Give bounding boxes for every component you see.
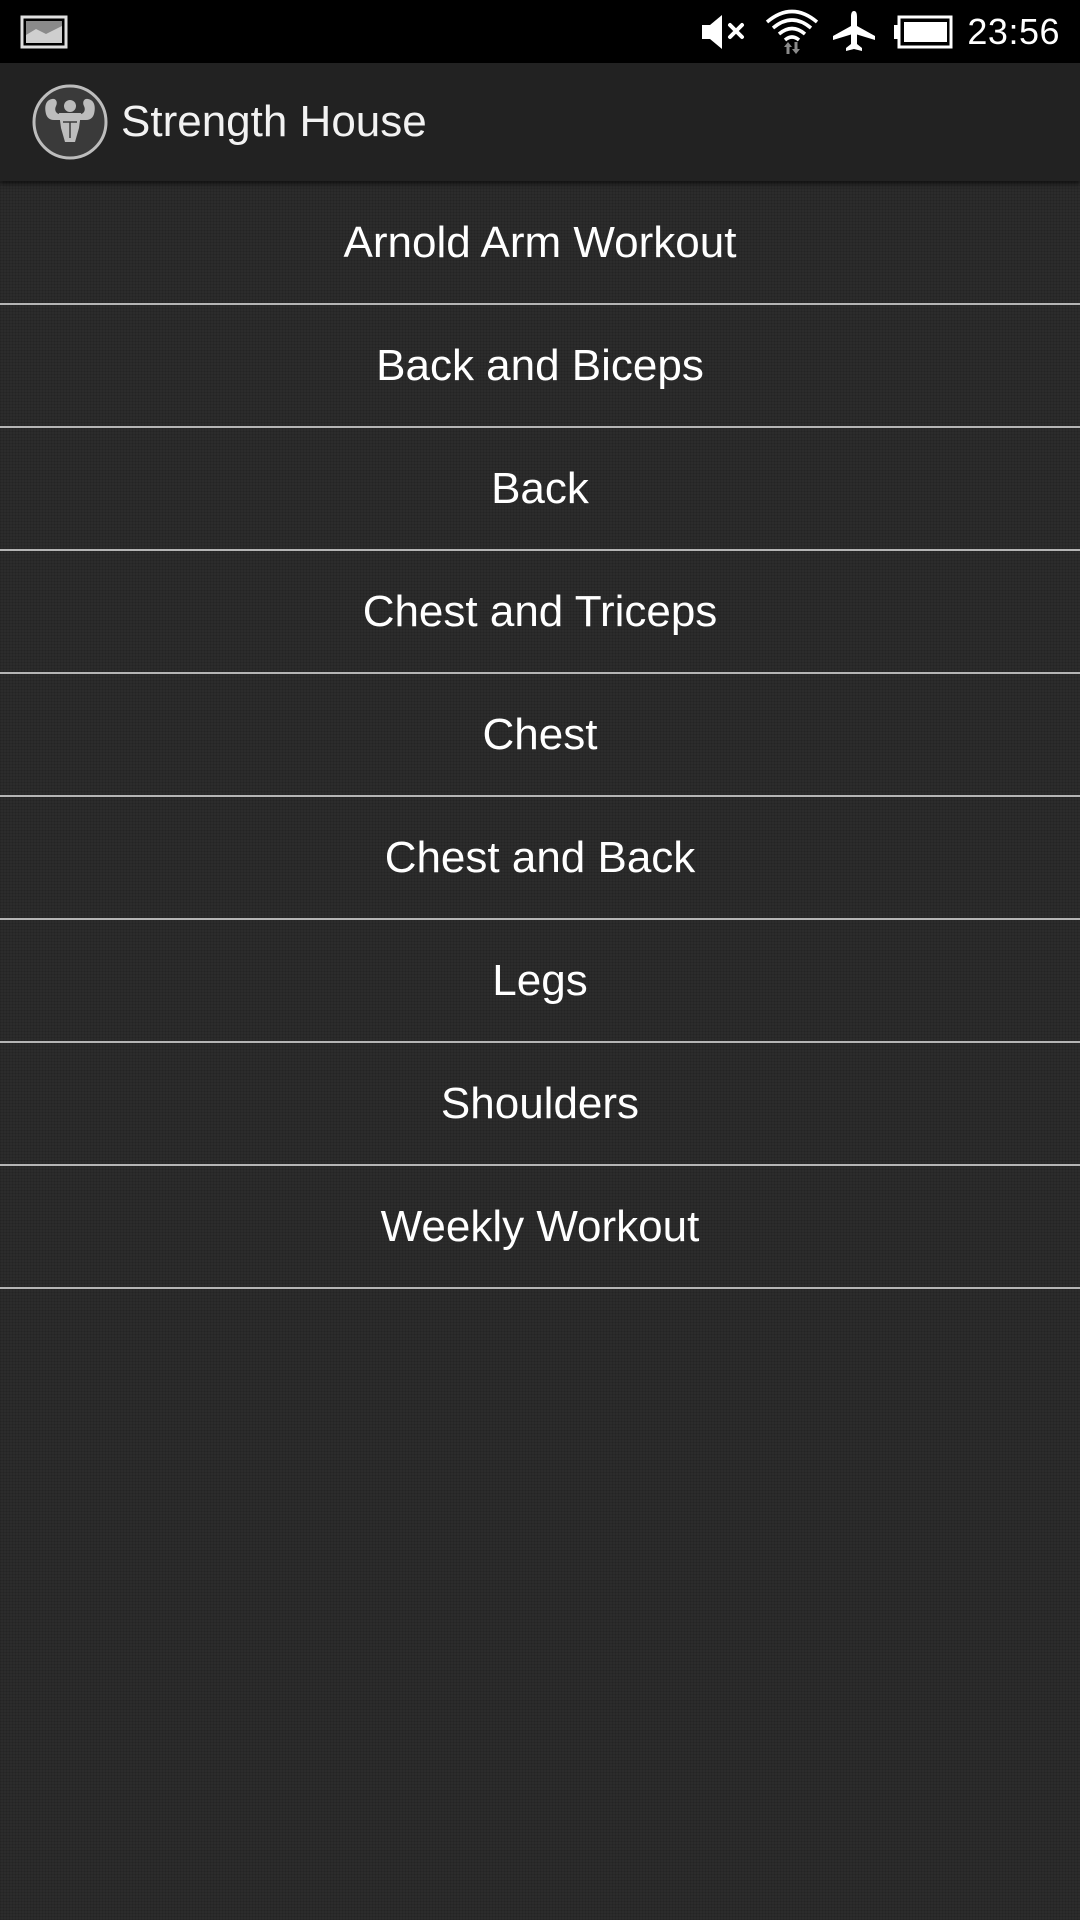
list-item-label: Shoulders (440, 1078, 640, 1128)
list-item-label: Weekly Workout (380, 1201, 700, 1251)
list-item-label: Chest and Triceps (362, 586, 718, 636)
list-item-back[interactable]: Back (0, 428, 1080, 551)
list-item-label: Chest (482, 709, 598, 759)
list-item-arnold-arm-workout[interactable]: Arnold Arm Workout (0, 182, 1080, 305)
list-item-legs[interactable]: Legs (0, 920, 1080, 1043)
list-item-chest[interactable]: Chest (0, 674, 1080, 797)
list-item-shoulders[interactable]: Shoulders (0, 1043, 1080, 1166)
status-bar: 23:56 (0, 0, 1080, 63)
wifi-icon (764, 0, 820, 63)
workout-list: Arnold Arm Workout Back and Biceps Back … (0, 182, 1080, 1289)
list-item-label: Arnold Arm Workout (343, 217, 737, 267)
screen: 23:56 Strength House Arnold Arm Workout … (0, 0, 1080, 1920)
volume-muted-icon (698, 0, 750, 63)
bodybuilder-logo-icon[interactable] (32, 84, 108, 160)
list-item-chest-and-triceps[interactable]: Chest and Triceps (0, 551, 1080, 674)
battery-icon (893, 0, 953, 63)
airplane-mode-icon (830, 0, 878, 63)
list-item-weekly-workout[interactable]: Weekly Workout (0, 1166, 1080, 1289)
list-item-label: Chest and Back (384, 832, 696, 882)
list-item-label: Back (491, 463, 589, 513)
screenshot-notification-icon (20, 0, 68, 63)
list-item-back-and-biceps[interactable]: Back and Biceps (0, 305, 1080, 428)
status-time: 23:56 (967, 11, 1060, 52)
list-item-label: Back and Biceps (376, 340, 704, 390)
list-item-label: Legs (492, 955, 588, 1005)
app-title: Strength House (121, 97, 427, 146)
list-item-chest-and-back[interactable]: Chest and Back (0, 797, 1080, 920)
action-bar: Strength House (0, 63, 1080, 181)
